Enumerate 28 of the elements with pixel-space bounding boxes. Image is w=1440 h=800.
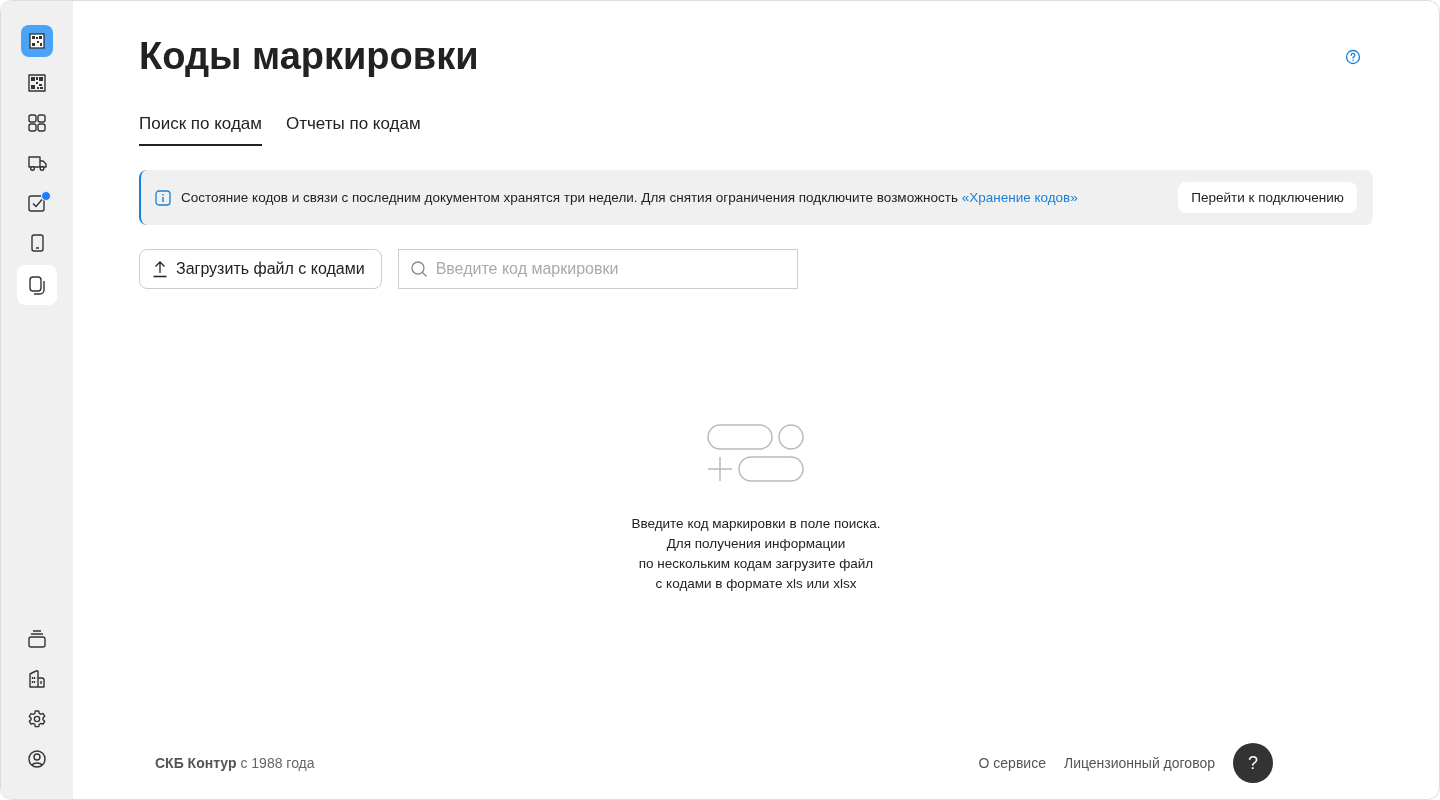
footer-link[interactable]: О сервисе	[978, 755, 1046, 771]
settings-icon	[27, 709, 47, 729]
truck-icon	[27, 153, 47, 173]
tab[interactable]: Поиск по кодам	[139, 108, 262, 146]
connect-button[interactable]: Перейти к подключению	[1178, 182, 1357, 213]
upload-button[interactable]: Загрузить файл с кодами	[139, 249, 382, 289]
upload-icon	[152, 260, 168, 278]
help-button[interactable]: ?	[1233, 743, 1273, 783]
page-title: Коды маркировки	[139, 35, 479, 78]
search-field[interactable]: Введите код маркировки	[397, 249, 798, 289]
footer-link[interactable]: Лицензионный договор	[1063, 755, 1215, 771]
qr-code-icon	[27, 73, 47, 93]
user-icon	[27, 749, 47, 769]
documents-icon	[27, 275, 47, 295]
qr-code-icon	[27, 31, 47, 51]
banner-message: Состояние кодов и связи с последним документом хранятся три недели. Для снятия ограничения подключите возможность «Хранение кодов»	[181, 190, 1079, 205]
tray-icon	[27, 629, 47, 649]
checkbox-icon	[27, 193, 47, 213]
building-icon	[27, 669, 47, 689]
help-icon[interactable]	[1345, 48, 1361, 65]
grid-icon	[27, 113, 47, 133]
sidebar-item[interactable]	[17, 265, 57, 305]
storage-link[interactable]: «Хранение кодов»	[961, 190, 1078, 205]
tab[interactable]: Отчеты по кодам	[286, 108, 421, 146]
copyright-text: СКБ Контур с 1988 года	[155, 755, 315, 771]
app-logo-button[interactable]	[21, 25, 53, 57]
empty-state-message: Введите код маркировки в поле поиска. Для получения информации по нескольким кодам загрузите файл с кодами в формате xls или xlsx	[631, 515, 881, 593]
info-icon	[155, 189, 171, 206]
